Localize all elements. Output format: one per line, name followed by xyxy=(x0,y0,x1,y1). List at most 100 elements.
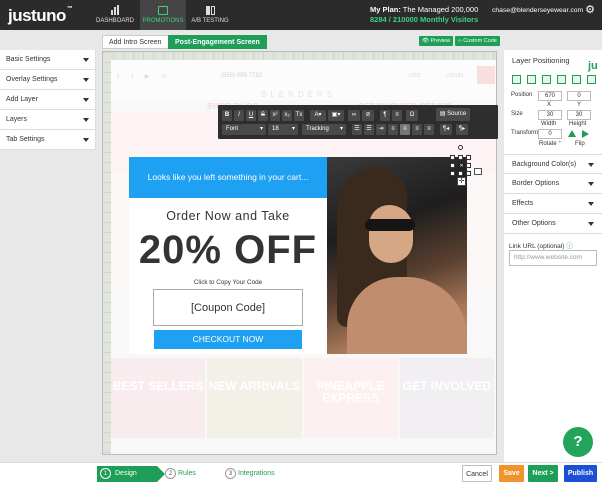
justuno-logo[interactable]: justuno™ xyxy=(8,6,73,26)
align-top-center-icon[interactable] xyxy=(527,75,536,84)
omega-button[interactable]: Ω xyxy=(406,110,418,121)
resize-handle-l[interactable] xyxy=(450,163,455,168)
step-integrations[interactable]: 3 Integrations xyxy=(222,466,302,482)
gear-icon[interactable]: ⚙ xyxy=(584,4,596,16)
resize-handle-tl[interactable] xyxy=(450,155,455,160)
align-center-button[interactable]: ≡ xyxy=(400,124,410,135)
ltr-button[interactable]: ¶◂ xyxy=(440,124,452,135)
text-color-button[interactable]: A▾ xyxy=(310,110,326,121)
align-top-left-icon[interactable] xyxy=(512,75,521,84)
align-top-right-icon[interactable] xyxy=(542,75,551,84)
step-number: 2 xyxy=(165,468,176,479)
custom-code-label: Custom Code xyxy=(463,38,497,44)
line-height-button[interactable]: ≡ xyxy=(392,110,402,121)
border-options-section[interactable]: Border Options xyxy=(504,174,602,194)
popup-header[interactable]: Looks like you left something in your ca… xyxy=(129,157,327,198)
save-button[interactable]: Save xyxy=(499,465,524,482)
resize-handle-r[interactable] xyxy=(466,163,471,168)
tracking-select[interactable]: Tracking ▾ xyxy=(302,124,346,135)
user-email[interactable]: chase@blenderseyewear.com xyxy=(492,7,583,14)
other-options-section[interactable]: Other Options xyxy=(504,214,602,234)
section-label: Effects xyxy=(512,200,534,207)
step-design[interactable]: 1 Design xyxy=(97,466,165,482)
resize-handle-b[interactable] xyxy=(458,171,463,176)
resize-handle-bl[interactable] xyxy=(450,171,455,176)
strikethrough-button[interactable]: S xyxy=(258,110,268,121)
publish-button[interactable]: Publish xyxy=(564,465,597,482)
align-right-button[interactable]: ≡ xyxy=(412,124,422,135)
width-input[interactable]: 30 xyxy=(538,110,562,120)
basic-settings-menu[interactable]: Basic Settings xyxy=(0,50,95,70)
height-input[interactable]: 30 xyxy=(567,110,591,120)
resize-handle-t[interactable] xyxy=(458,155,463,160)
edit-icon[interactable] xyxy=(474,168,482,175)
move-handle-icon[interactable]: ✛ xyxy=(457,177,466,186)
unlink-button[interactable]: ⊘ xyxy=(362,110,374,121)
link-button[interactable]: ∞ xyxy=(348,110,360,121)
flip-vertical-icon[interactable] xyxy=(568,130,576,137)
preview-button[interactable]: 👁 Preview xyxy=(419,36,454,46)
justify-button[interactable]: ≡ xyxy=(424,124,434,135)
step-rules[interactable]: 2 Rules xyxy=(162,466,217,482)
tab-settings-menu[interactable]: Tab Settings xyxy=(0,130,95,150)
effects-section[interactable]: Effects xyxy=(504,194,602,214)
popup-discount[interactable]: 20% OFF xyxy=(129,228,327,273)
rotate-handle[interactable] xyxy=(458,145,463,150)
highlight-color-button[interactable]: ▣▾ xyxy=(328,110,344,121)
popup-model-image[interactable] xyxy=(327,157,467,354)
position-y-input[interactable]: 0 xyxy=(567,91,591,101)
link-url-input[interactable]: http://www.website.com xyxy=(509,250,597,266)
font-size-select[interactable]: 18 ▾ xyxy=(268,124,298,135)
unordered-list-button[interactable]: ☰ xyxy=(364,124,374,135)
bold-button[interactable]: B xyxy=(222,110,232,121)
align-left-button[interactable]: ≡ xyxy=(388,124,398,135)
resize-handle-br[interactable] xyxy=(466,171,471,176)
cancel-button[interactable]: Cancel xyxy=(462,465,492,482)
popup-instruction[interactable]: Click to Copy Your Code xyxy=(129,279,327,286)
link-icon: ∞ xyxy=(351,112,357,118)
overlay-settings-menu[interactable]: Overlay Settings xyxy=(0,70,95,90)
align-bottom-icon[interactable] xyxy=(572,75,581,84)
justuno-badge-logo: ju xyxy=(588,60,598,72)
tab-add-intro-screen[interactable]: Add Intro Screen xyxy=(102,35,169,49)
close-icon[interactable]: ✕ xyxy=(458,163,465,170)
coupon-code-box[interactable]: [Coupon Code] xyxy=(153,289,303,326)
popup-title[interactable]: Order Now and Take xyxy=(129,209,327,223)
checkout-now-button[interactable]: CHECKOUT NOW xyxy=(154,330,302,349)
ab-testing-icon xyxy=(187,5,233,15)
paragraph-button[interactable]: ¶ xyxy=(380,110,390,121)
subscript-button[interactable]: x₂ xyxy=(282,110,292,121)
font-label: Font xyxy=(226,126,239,132)
size-label: Size xyxy=(511,111,523,117)
nav-tab-dashboard[interactable]: DASHBOARD xyxy=(92,0,138,30)
help-circle-icon[interactable]: ⓘ xyxy=(566,243,573,250)
position-x-input[interactable]: 670 xyxy=(538,91,562,101)
italic-button[interactable]: I xyxy=(234,110,244,121)
source-button[interactable]: ▤ Source xyxy=(436,108,470,121)
menu-label: Tab Settings xyxy=(6,136,45,143)
align-bottom-right-icon[interactable] xyxy=(587,75,596,84)
superscript-button[interactable]: x² xyxy=(270,110,280,121)
tab-post-engagement-screen[interactable]: Post-Engagement Screen xyxy=(168,35,267,49)
clear-format-button[interactable]: Tx xyxy=(294,110,304,121)
rotate-input[interactable]: 0 xyxy=(538,129,562,139)
help-button[interactable]: ? xyxy=(563,427,593,457)
line-height-icon: ≡ xyxy=(395,112,399,118)
ltr-icon: ¶◂ xyxy=(442,126,450,132)
y-label: Y xyxy=(577,102,582,108)
nav-tab-promotions[interactable]: PROMOTIONS xyxy=(140,0,186,30)
font-select[interactable]: Font ▾ xyxy=(222,124,266,135)
custom-code-button[interactable]: ‹› Custom Code xyxy=(455,36,500,46)
add-layer-menu[interactable]: Add Layer xyxy=(0,90,95,110)
underline-button[interactable]: U xyxy=(246,110,256,121)
nav-tab-ab-testing[interactable]: A/B TESTING xyxy=(187,0,233,30)
align-middle-icon[interactable] xyxy=(557,75,566,84)
background-colors-section[interactable]: Background Color(s) xyxy=(504,154,602,174)
rtl-button[interactable]: ¶▸ xyxy=(456,124,468,135)
next-button[interactable]: Next > xyxy=(528,465,558,482)
ordered-list-button[interactable]: ☰ xyxy=(352,124,362,135)
indent-button[interactable]: ⇥ xyxy=(376,124,386,135)
flip-horizontal-icon[interactable] xyxy=(582,130,589,138)
resize-handle-tr[interactable] xyxy=(466,155,471,160)
layers-menu[interactable]: Layers xyxy=(0,110,95,130)
